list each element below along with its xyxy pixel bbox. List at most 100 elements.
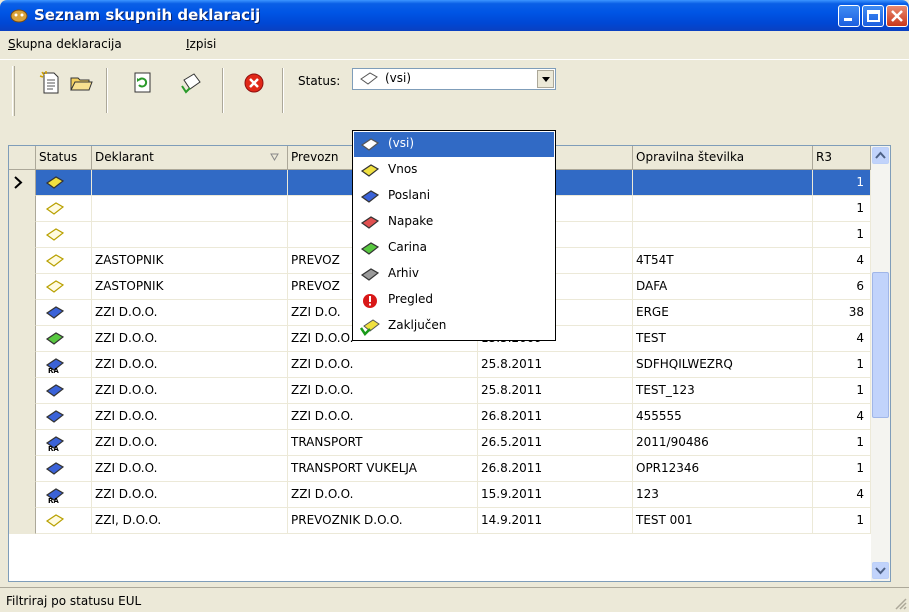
dropdown-option[interactable]: Napake [354,210,554,235]
table-row[interactable]: RA ZZI D.O.O. TRANSPORT 26.5.2011 2011/90486… [9,430,879,456]
table-row[interactable]: ZZI, D.O.O. PREVOZNIK D.O.O. 14.9.2011 TEST… [9,508,879,534]
dropdown-option[interactable]: Arhiv [354,262,554,287]
dropdown-option-label: Napake [388,214,434,228]
table-row[interactable]: RA ZZI D.O.O. ZZI D.O.O. 25.8.2011 SDFHQILWE… [9,352,879,378]
vertical-scrollbar[interactable] [871,146,890,581]
cell-opravilna-stevilka: 4T54T [633,248,813,274]
dropdown-option[interactable]: Poslani [354,184,554,209]
status-dropdown-list: (vsi) Vnos Poslani Napake Carina Arhiv Pregled… [352,130,556,341]
row-indicator[interactable] [9,326,36,352]
status-blue-icon [45,462,65,475]
row-indicator[interactable] [9,222,36,248]
cell-deklarant: ZZI D.O.O. [92,456,288,482]
row-indicator[interactable] [9,508,36,534]
column-header-status[interactable]: Status [36,146,92,170]
cell-opravilna-stevilka: TEST_123 [633,378,813,404]
cell-deklarant: ZZI D.O.O. [92,482,288,508]
sort-indicator-icon [270,153,279,161]
row-indicator[interactable] [9,430,36,456]
cell-datum: 14.9.2011 [478,508,633,534]
row-indicator[interactable] [9,196,36,222]
status-filter-select[interactable]: (vsi) [352,68,556,90]
status-filter-label: Status: [298,74,341,88]
cell-datum: 26.8.2011 [478,456,633,482]
cell-opravilna-stevilka: 123 [633,482,813,508]
open-folder-icon [70,77,93,91]
menu-skupna-deklaracija[interactable]: Skupna deklaracija [8,37,122,51]
cell-opravilna-stevilka: TEST [633,326,813,352]
row-indicator[interactable] [9,274,36,300]
dropdown-option-label: (vsi) [388,136,415,150]
cell-r3: 38 [813,300,871,326]
column-header-deklarant[interactable]: Deklarant [92,146,288,170]
refresh-icon [134,72,151,93]
dropdown-option[interactable]: Vnos [354,158,554,183]
column-header-r3[interactable]: R3 [813,146,871,170]
toolbar-grip[interactable] [12,66,15,116]
cell-opravilna-stevilka [633,170,813,196]
status-green-icon [360,242,380,255]
dropdown-option[interactable]: Carina [354,236,554,261]
dropdown-option[interactable]: Zaključen [354,314,554,339]
maximize-button[interactable] [862,5,884,27]
cell-status [36,300,92,326]
scroll-up-button[interactable] [872,147,889,164]
table-row[interactable]: ZZI D.O.O. TRANSPORT VUKELJA 26.8.2011 OPR1… [9,456,879,482]
cell-status [36,170,92,196]
column-header-opravilna-stevilka[interactable]: Opravilna številka [633,146,813,170]
cell-status [36,326,92,352]
cancel-button[interactable] [242,70,268,96]
status-change-button[interactable] [178,70,204,96]
close-icon [891,10,903,22]
row-indicator[interactable] [9,248,36,274]
table-row[interactable]: ZZI D.O.O. ZZI D.O.O. 26.8.2011 455555 4 [9,404,879,430]
menu-izpisi[interactable]: Izpisi [186,37,216,51]
status-yellow-icon [360,164,380,177]
table-row[interactable]: ZZI D.O.O. ZZI D.O.O. 25.8.2011 TEST_123 1 [9,378,879,404]
open-folder-button[interactable] [68,70,94,96]
dropdown-option[interactable]: Pregled [354,288,554,313]
cell-r3: 4 [813,326,871,352]
chevron-up-icon [875,151,886,159]
row-indicator[interactable] [9,404,36,430]
table-row[interactable]: RA ZZI D.O.O. ZZI D.O.O. 15.9.2011 123 4 [9,482,879,508]
close-button[interactable] [886,5,908,27]
cell-r3: 1 [813,378,871,404]
resize-grip-icon[interactable] [893,596,907,610]
row-indicator[interactable] [9,378,36,404]
svg-text:RA: RA [48,367,59,374]
cell-opravilna-stevilka: DAFA [633,274,813,300]
row-indicator[interactable] [9,352,36,378]
row-indicator[interactable] [9,300,36,326]
cell-deklarant: ZZI D.O.O. [92,352,288,378]
new-document-button[interactable] [38,70,64,96]
dropdown-option[interactable]: (vsi) [354,132,554,157]
scroll-down-button[interactable] [872,562,889,579]
cell-status: RA [36,430,92,456]
cell-status: RA [36,482,92,508]
cell-status [36,196,92,222]
cell-r3: 1 [813,222,871,248]
cell-status [36,248,92,274]
cell-r3: 1 [813,508,871,534]
row-indicator[interactable] [9,456,36,482]
cell-status: RA [36,352,92,378]
status-yellow-outline-icon [45,280,65,293]
cell-deklarant: ZZI D.O.O. [92,430,288,456]
status-yellow-outline-icon [45,514,65,527]
cell-prevoznik: ZZI D.O.O. [288,378,478,404]
cell-prevoznik: TRANSPORT [288,430,478,456]
cell-deklarant: ZZI, D.O.O. [92,508,288,534]
cell-opravilna-stevilka: ERGE [633,300,813,326]
status-outline-icon [360,72,378,85]
refresh-button[interactable] [130,70,156,96]
chevron-down-icon[interactable] [537,70,554,88]
row-indicator[interactable] [9,482,36,508]
title-bar[interactable]: Seznam skupnih deklaracij [0,0,909,31]
status-green-icon [45,332,65,345]
app-icon [10,9,28,23]
minimize-button[interactable] [838,5,860,27]
cell-opravilna-stevilka: 455555 [633,404,813,430]
scroll-thumb[interactable] [872,272,889,418]
row-indicator[interactable] [9,170,36,196]
